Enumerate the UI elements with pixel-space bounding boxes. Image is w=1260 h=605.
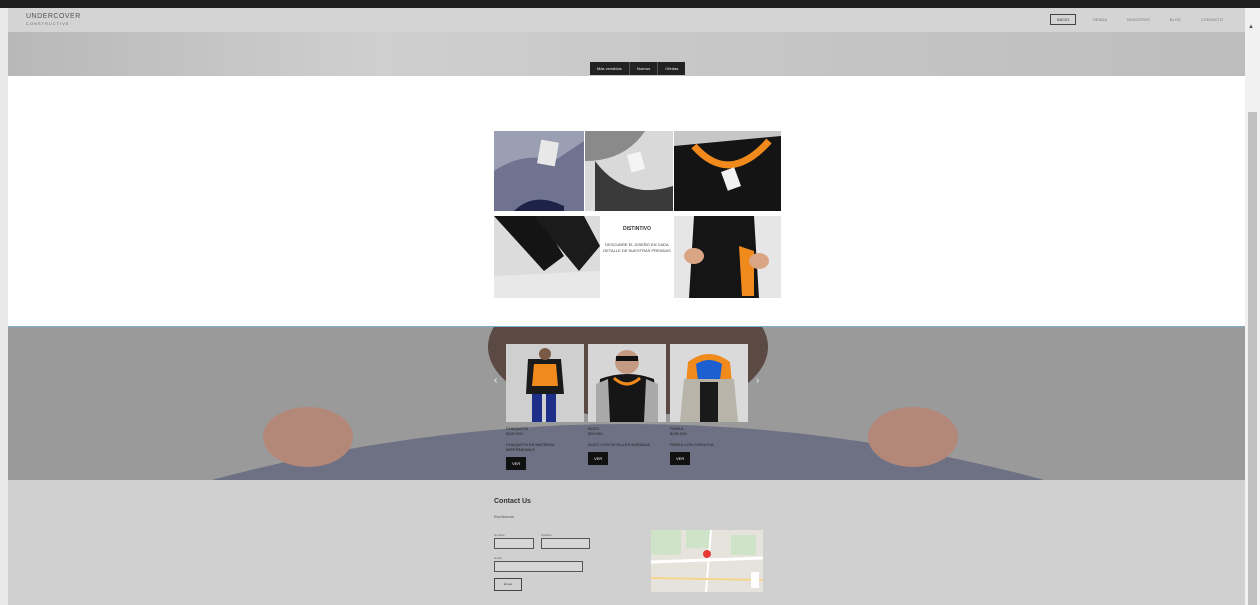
contact-section: Contact Us Escríbenos Nombre Apellido Em… [8, 480, 1245, 605]
contact-title: Contact Us [494, 498, 531, 505]
gallery-photo-orange-neck [674, 131, 781, 211]
view-product-button[interactable]: VER [588, 452, 609, 465]
email-label: Email [494, 556, 502, 560]
email-field[interactable] [494, 561, 583, 572]
nav-item-inicio[interactable]: INICIO [1050, 14, 1077, 25]
nav-item-nosotros[interactable]: NOSOTROS [1123, 14, 1154, 25]
gallery-photo-collar [585, 131, 673, 211]
scrollbar-thumb[interactable] [1248, 112, 1257, 605]
scrollbar[interactable]: ▲ [1245, 8, 1260, 605]
brand-name: UNDERCOVER [26, 13, 81, 20]
submit-button[interactable]: Enviar [494, 578, 522, 591]
gallery-photo-shoulder [494, 131, 584, 211]
scroll-up-icon[interactable]: ▲ [1248, 24, 1254, 30]
last-name-field[interactable] [541, 538, 590, 549]
site-header: UNDERCOVER CONSTRUCTIVE INICIO TIENDA NO… [8, 8, 1245, 32]
product-card[interactable]: PARKA $150.000 PARKA CON CAPUCHA VER [670, 344, 748, 465]
contact-subtitle: Escríbenos [494, 514, 515, 519]
product-name: CHAQUETA $120.000 [506, 426, 528, 436]
promo-text: DESCUBRE EL DISEÑO EN CADA DETALLE DE NU… [603, 242, 671, 253]
gallery-photo-sleeves [494, 216, 600, 298]
page: UNDERCOVER CONSTRUCTIVE INICIO TIENDA NO… [8, 8, 1245, 605]
product-image[interactable] [670, 344, 748, 422]
view-product-button[interactable]: VER [670, 452, 691, 465]
gallery-photo-pants [674, 216, 781, 298]
product-desc: CHAQUETA EN MATERIAL IMPERMEABLE [506, 442, 556, 452]
chevron-left-icon[interactable]: ‹ [494, 375, 497, 386]
last-name-label: Apellido [541, 533, 552, 537]
promo-title: DISTINTIVO [622, 226, 652, 232]
promo-card: DISTINTIVO DESCUBRE EL DISEÑO EN CADA DE… [601, 216, 673, 298]
location-map[interactable] [651, 530, 763, 592]
product-card[interactable]: BUZO $95.000 BUZO CON DETALLES NARANJA VE… [588, 344, 666, 465]
tab-mas-vendidos[interactable]: Más vendidos [590, 62, 630, 75]
nav-item-blog[interactable]: BLOG [1166, 14, 1185, 25]
nav-item-tienda[interactable]: TIENDA [1088, 14, 1111, 25]
category-tabs: Más vendidos Nuevos Ofertas [590, 62, 686, 75]
first-name-field[interactable] [494, 538, 534, 549]
nav-item-contacto[interactable]: CONTACTO [1197, 14, 1227, 25]
detail-gallery: DISTINTIVO DESCUBRE EL DISEÑO EN CADA DE… [494, 131, 781, 298]
product-image[interactable] [588, 344, 666, 422]
brand-logo[interactable]: UNDERCOVER CONSTRUCTIVE [26, 13, 81, 27]
main-nav: INICIO TIENDA NOSOTROS BLOG CONTACTO [1050, 14, 1227, 25]
tab-nuevos[interactable]: Nuevos [630, 62, 659, 75]
product-card[interactable]: CHAQUETA $120.000 CHAQUETA EN MATERIAL IM… [506, 344, 584, 470]
view-product-button[interactable]: VER [506, 457, 527, 470]
products-section: CHAQUETA $120.000 CHAQUETA EN MATERIAL IM… [8, 326, 1245, 481]
brand-tagline: CONSTRUCTIVE [26, 21, 70, 26]
product-name: PARKA $150.000 [670, 426, 687, 436]
first-name-label: Nombre [494, 533, 505, 537]
tab-ofertas[interactable]: Ofertas [658, 62, 685, 75]
product-name: BUZO $95.000 [588, 426, 603, 436]
product-image[interactable] [506, 344, 584, 422]
window-left-border [0, 0, 8, 605]
chevron-right-icon[interactable]: › [756, 375, 759, 386]
window-top-border [0, 0, 1260, 8]
